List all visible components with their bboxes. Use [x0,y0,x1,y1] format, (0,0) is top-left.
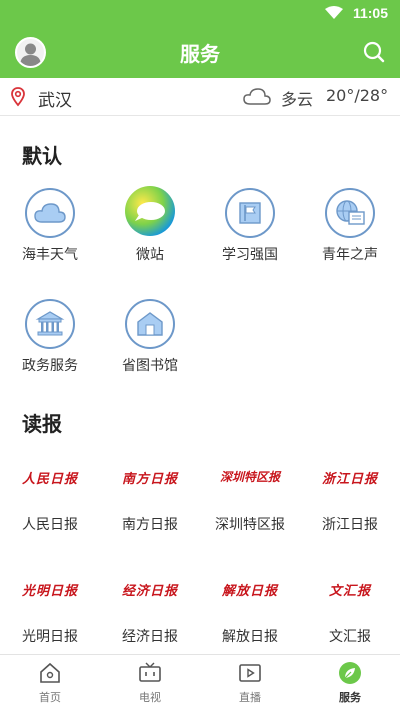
user-avatar-icon [20,43,41,66]
nav-home[interactable]: 首页 [0,655,100,710]
temperature: 20°/28° [326,86,389,105]
service-item-weather[interactable]: 海丰天气 [0,186,100,276]
status-bar: 11:05 [0,0,400,26]
nav-live[interactable]: 直播 [200,655,300,710]
service-item-government[interactable]: 政务服务 [0,297,100,387]
newspaper-logo: 南方日报 [121,472,178,487]
weizhan-icon [125,186,175,236]
service-label: 微站 [136,247,164,263]
newspaper-label: 南方日报 [122,517,178,533]
service-label: 省图书馆 [122,358,178,374]
avatar[interactable] [15,37,46,68]
service-label: 青年之声 [322,247,378,263]
tv-icon [139,662,161,682]
cloud-icon [25,188,75,238]
search-icon [363,41,385,63]
nav-service[interactable]: 服务 [300,655,400,710]
newspaper-logo: 光明日报 [21,584,78,599]
section-title-newspapers: 读报 [22,412,62,436]
cloudy-icon [243,88,271,105]
newspaper-item-renmin[interactable]: 人民日报 人民日报 [0,460,100,540]
newspaper-item-wenhui[interactable]: 文汇报 文汇报 [300,572,400,652]
newspaper-label: 文汇报 [329,629,371,645]
globe-news-icon [325,188,375,238]
newspaper-item-shenzhen[interactable]: 深圳特区报 深圳特区报 [200,460,300,540]
newspaper-logo: 文汇报 [328,584,371,599]
service-item-xuexi[interactable]: 学习强国 [200,186,300,276]
library-icon [125,299,175,349]
status-time: 11:05 [352,5,388,21]
service-label: 政务服务 [22,358,78,374]
newspaper-label: 深圳特区报 [215,517,285,533]
newspaper-label: 人民日报 [22,517,78,533]
nav-tv[interactable]: 电视 [100,655,200,710]
home-icon [40,662,60,683]
section-title-default: 默认 [22,144,62,168]
service-leaf-icon [339,662,361,684]
location-pin-icon[interactable] [11,87,25,107]
service-item-youth-voice[interactable]: 青年之声 [300,186,400,276]
newspaper-label: 浙江日报 [322,517,378,533]
nav-label: 首页 [39,691,61,704]
service-item-library[interactable]: 省图书馆 [100,297,200,387]
newspaper-item-guangming[interactable]: 光明日报 光明日报 [0,572,100,652]
newspaper-label: 解放日报 [222,629,278,645]
service-item-weizhan[interactable]: 微站 [100,186,200,276]
newspaper-logo: 人民日报 [21,472,78,487]
newspaper-label: 经济日报 [122,629,178,645]
newspaper-item-zhejiang[interactable]: 浙江日报 浙江日报 [300,460,400,540]
search-button[interactable] [362,40,386,64]
page-title: 服务 [180,41,220,66]
service-label: 学习强国 [222,247,278,263]
newspaper-logo: 浙江日报 [321,472,378,487]
newspaper-logo: 解放日报 [221,584,278,599]
newspaper-label: 光明日报 [22,629,78,645]
newspaper-logo: 经济日报 [121,584,178,599]
newspaper-item-jiefang[interactable]: 解放日报 解放日报 [200,572,300,652]
wifi-icon [324,6,343,19]
nav-label: 直播 [239,691,261,704]
weather-description: 多云 [281,90,314,109]
government-building-icon [25,299,75,349]
nav-label: 电视 [139,691,161,704]
newspaper-logo: 深圳特区报 [219,470,280,484]
city-name[interactable]: 武汉 [38,86,72,111]
bottom-navigation: 首页 电视 直播 服务 [0,654,400,710]
flag-icon [225,188,275,238]
location-weather-bar: 武汉 多云 20°/28° [0,78,400,116]
live-video-icon [239,664,261,682]
app-header: 服务 [0,26,400,78]
nav-label: 服务 [339,691,361,704]
newspaper-item-nanfang[interactable]: 南方日报 南方日报 [100,460,200,540]
newspaper-item-jingji[interactable]: 经济日报 经济日报 [100,572,200,652]
service-label: 海丰天气 [22,247,78,263]
